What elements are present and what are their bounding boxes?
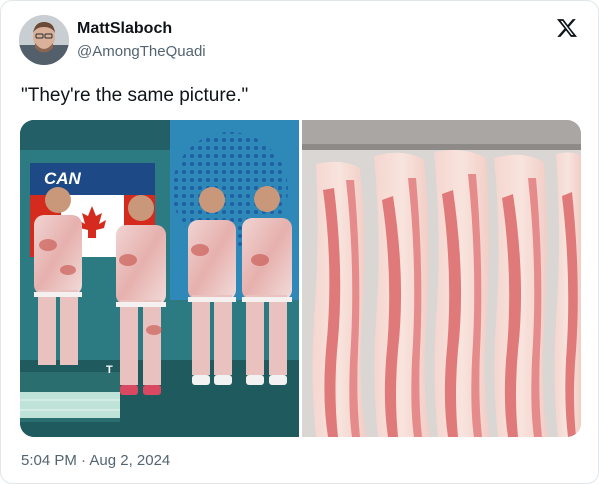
tweet-card: MattSlaboch @AmongTheQuadi "They're the …: [0, 0, 599, 484]
author-avatar[interactable]: [19, 15, 69, 65]
podium-mark: T: [106, 364, 113, 376]
tweet-text: "They're the same picture.": [21, 85, 249, 106]
x-logo-icon[interactable]: [556, 17, 578, 39]
left-image-gymnasts: T CAN: [20, 120, 299, 437]
scoreboard-can-label: CAN: [44, 169, 82, 188]
right-image-bacon: [302, 120, 581, 437]
profile-photo: [19, 15, 69, 65]
author-display-name[interactable]: MattSlaboch: [77, 20, 172, 38]
media-grid[interactable]: T CAN: [20, 120, 581, 437]
author-handle[interactable]: @AmongTheQuadi: [77, 43, 206, 60]
tweet-timestamp[interactable]: 5:04 PM · Aug 2, 2024: [21, 452, 170, 469]
